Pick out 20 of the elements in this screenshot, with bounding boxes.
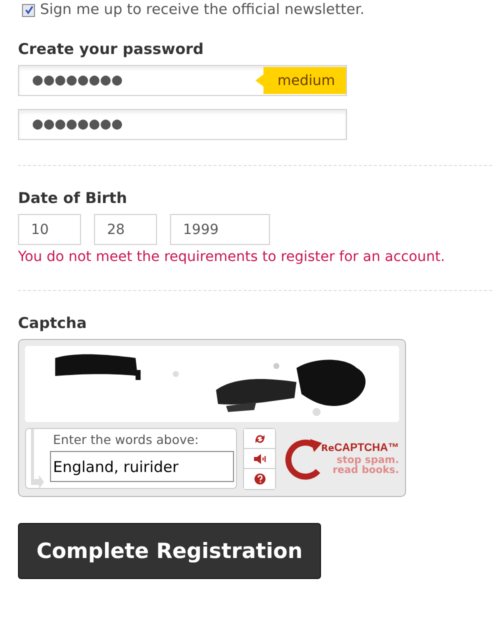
confirm-password-field[interactable]: ●●●●●●●● — [18, 109, 347, 140]
newsletter-label: Sign me up to receive the official newsletter. — [40, 2, 364, 18]
captcha-heading: Captcha — [18, 314, 88, 332]
strength-badge: medium — [255, 67, 346, 94]
birth-date-heading: Date of Birth — [18, 189, 128, 207]
logo-tagline: read books. — [332, 466, 399, 476]
day-field[interactable]: 28 — [94, 214, 157, 245]
reload-icon[interactable] — [244, 429, 276, 449]
complete-registration-button[interactable]: Complete Registration — [18, 523, 321, 579]
captcha-prompt: Enter the words above: — [53, 432, 200, 447]
logo-name: CAPTCHA™ — [334, 442, 399, 454]
logo-re: Re — [321, 444, 334, 454]
month-field[interactable]: 10 — [18, 214, 81, 245]
captcha-input[interactable]: England, ruirider — [50, 451, 234, 482]
checkbox[interactable] — [22, 4, 35, 16]
password-field[interactable]: ●●●●●●●● medium — [18, 65, 347, 96]
password-heading: Create your password — [18, 40, 205, 58]
year-field[interactable]: 1999 — [170, 214, 270, 245]
error-message: You do not meet the requirements to register for an account. — [18, 249, 446, 265]
logo-tagline: stop spam. — [336, 456, 399, 466]
